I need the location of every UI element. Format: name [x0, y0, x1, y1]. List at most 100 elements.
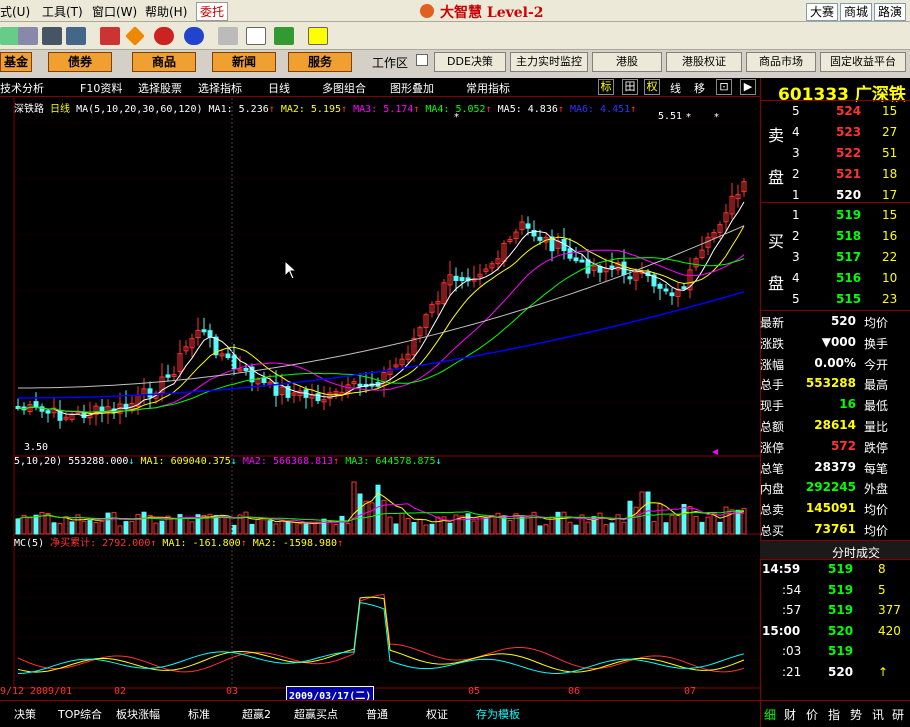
btab-save-template[interactable]: 存为模板 — [476, 706, 520, 722]
nav-bond[interactable]: 债券 — [48, 52, 112, 72]
contest-button[interactable]: 大赛 — [806, 3, 839, 21]
volume-bar — [567, 521, 573, 535]
flag-icon[interactable] — [100, 27, 120, 45]
stat-label: 涨停 — [760, 440, 785, 455]
volume-bar — [93, 522, 99, 535]
people-icon[interactable] — [66, 27, 86, 45]
mall-button[interactable]: 商城 — [840, 3, 873, 21]
candle-body — [663, 288, 669, 292]
trade-button[interactable]: 委托 — [196, 2, 229, 21]
nav-dde[interactable]: DDE决策 — [434, 52, 506, 72]
period-label: 日线 — [50, 104, 71, 115]
line-icon[interactable]: 线 — [670, 80, 681, 96]
btab-sector[interactable]: 板块涨幅 — [116, 706, 160, 722]
nav-service[interactable]: 服务 — [288, 52, 352, 72]
tick-time: 15:00 — [762, 623, 801, 638]
tab-tech-analysis[interactable]: 技术分析 — [0, 80, 44, 96]
rtab-price[interactable]: 价 — [806, 706, 818, 723]
tick-volume: 8 — [878, 562, 886, 576]
tick-volume: ↑ — [878, 664, 889, 679]
stat-label: 均价 — [864, 503, 889, 518]
ma6-value: MA6: 4.451 — [569, 104, 631, 115]
stat-label: 涨幅 — [760, 357, 785, 372]
volume-bar — [21, 514, 27, 535]
rtab-trend[interactable]: 势 — [850, 706, 862, 723]
binoculars-icon[interactable] — [42, 27, 62, 45]
btab-normal[interactable]: 普通 — [366, 706, 388, 722]
price-legend: 深铁路 日线 MA(5,10,20,30,60,120) MA1: 5.236↑… — [14, 104, 637, 115]
document-icon[interactable] — [218, 27, 238, 45]
tab-overlay[interactable]: 图形叠加 — [390, 80, 434, 96]
menu-item-window[interactable]: 窗口(W) — [92, 3, 137, 20]
btab-standard[interactable]: 标准 — [188, 706, 210, 722]
chart-icon[interactable] — [0, 27, 20, 45]
tab-select-stock[interactable]: 选择股票 — [138, 80, 182, 96]
zoom-icon[interactable]: ⊡ — [716, 79, 732, 95]
rights-icon[interactable]: 权 — [644, 79, 660, 95]
d-icon[interactable] — [184, 27, 204, 45]
help-cursor-icon[interactable] — [308, 27, 328, 45]
grid-icon[interactable] — [18, 27, 38, 45]
rtab-finance[interactable]: 财 — [784, 706, 796, 723]
btab-top[interactable]: TOP综合 — [58, 706, 102, 722]
nav-commodity-market[interactable]: 商品市场 — [746, 52, 816, 72]
tab-daily[interactable]: 日线 — [268, 80, 290, 96]
nav-monitor[interactable]: 主力实时监控 — [510, 52, 588, 72]
buy-volume: 10 — [882, 271, 898, 285]
volume-bar — [15, 518, 21, 535]
candle-body — [147, 388, 153, 398]
nav-hk[interactable]: 港股 — [592, 52, 662, 72]
menu-item-tools[interactable]: 工具(T) — [42, 3, 83, 20]
bottom-tab-bar: 决策 TOP综合 板块涨幅 标准 超赢2 超赢买点 普通 权证 存为模板 — [0, 700, 760, 727]
rtab-research[interactable]: 研 — [892, 706, 904, 723]
tab-common-indicator[interactable]: 常用指标 — [466, 80, 510, 96]
tab-select-indicator[interactable]: 选择指标 — [198, 80, 242, 96]
tab-multi-chart[interactable]: 多图组合 — [322, 80, 366, 96]
rtab-index[interactable]: 指 — [828, 706, 840, 723]
x-label: 02 — [114, 686, 127, 697]
candle-body — [225, 353, 231, 359]
workarea-label: 工作区 — [372, 56, 409, 70]
buy-level: 1 — [792, 208, 800, 222]
workarea-icon[interactable] — [416, 54, 428, 66]
rocket-icon[interactable] — [154, 27, 174, 45]
crosshair-icon[interactable]: 田 — [622, 79, 638, 95]
kline-chart[interactable]: * * * — [0, 98, 760, 700]
volume-bar — [87, 520, 93, 535]
candle-body — [357, 383, 363, 387]
menu-item-help[interactable]: 帮助(H) — [145, 3, 187, 20]
stat-label: 总额 — [760, 420, 785, 434]
mark-icon[interactable]: 标 — [598, 79, 614, 95]
vol-ma1: MA1: 609040.375 — [140, 456, 231, 467]
stats-panel: 最新 520 均价 涨跌 ▼000 换手 涨幅 0.00% 今开 总手 553288 最高 现手 16 最低… — [760, 312, 910, 542]
stat-value: 28379 — [814, 459, 856, 474]
btab-buy-point[interactable]: 超赢买点 — [294, 706, 338, 722]
nav-hk-warrant[interactable]: 港股权证 — [666, 52, 742, 72]
menu-item-format[interactable]: 式(U) — [0, 3, 30, 20]
volume-bar — [99, 521, 105, 535]
roadshow-button[interactable]: 路演 — [874, 3, 907, 21]
btab-decision[interactable]: 决策 — [14, 706, 36, 722]
btab-chaoying2[interactable]: 超赢2 — [242, 706, 271, 722]
candle-body — [165, 374, 171, 378]
volume-bar — [651, 521, 657, 535]
rtab-detail[interactable]: 细 — [764, 706, 776, 723]
volume-bar — [135, 513, 141, 535]
move-icon[interactable]: 移 — [694, 80, 705, 96]
btab-warrant[interactable]: 权证 — [426, 706, 448, 722]
volume-bar — [687, 506, 693, 535]
nav-bar: 基金 债券 商品 新闻 服务 工作区 DDE决策 主力实时监控 港股 港股权证 … — [0, 50, 910, 74]
volume-bar — [681, 504, 687, 535]
ma5-value: MA5: 4.836 — [497, 104, 558, 115]
window-icon[interactable] — [246, 27, 266, 45]
nav-fixed-income[interactable]: 固定收益平台 — [820, 52, 906, 72]
nav-commodity[interactable]: 商品 — [132, 52, 196, 72]
books-icon[interactable] — [274, 27, 294, 45]
nav-news[interactable]: 新闻 — [212, 52, 276, 72]
diamond-icon[interactable] — [125, 26, 145, 46]
play-icon[interactable]: ▶ — [740, 79, 756, 95]
tick-time: :54 — [782, 582, 802, 597]
nav-fund[interactable]: 基金 — [0, 52, 32, 72]
rtab-news[interactable]: 讯 — [872, 706, 884, 723]
tab-f10[interactable]: F10资料 — [80, 80, 122, 96]
